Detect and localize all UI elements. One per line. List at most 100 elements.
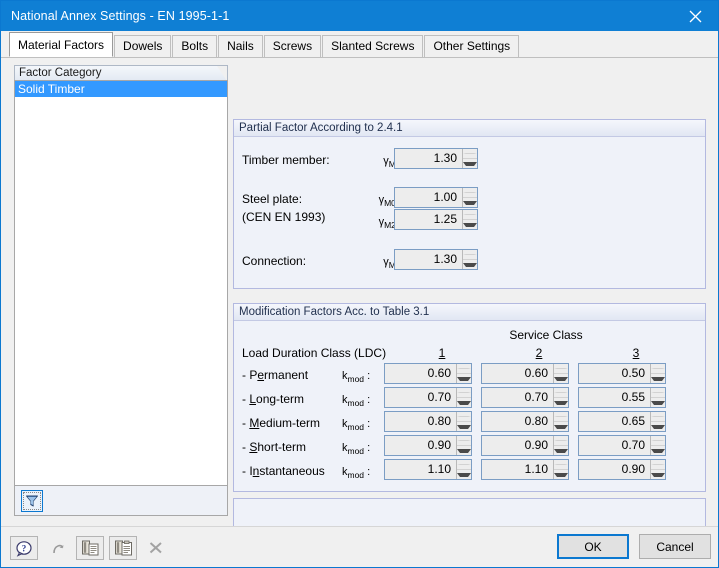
tab-bolts[interactable]: Bolts bbox=[172, 35, 218, 57]
tab-dowels[interactable]: Dowels bbox=[114, 35, 172, 57]
spinner-up-button[interactable] bbox=[651, 460, 665, 470]
spinner-up-button[interactable] bbox=[651, 412, 665, 422]
spinner-down-button[interactable] bbox=[651, 398, 665, 407]
tab-screws[interactable]: Screws bbox=[263, 35, 322, 57]
kmod-permanent-sc1-value[interactable]: 0.60 bbox=[385, 364, 456, 383]
kmod-instantaneous-sc3-spinner[interactable]: 0.90 bbox=[578, 459, 666, 480]
steel-plate-m2-spinner[interactable]: 1.25 bbox=[394, 209, 478, 230]
kmod-instantaneous-sc1-value[interactable]: 1.10 bbox=[385, 460, 456, 479]
spinner-up-button[interactable] bbox=[457, 412, 471, 422]
list-item[interactable]: Solid Timber bbox=[15, 81, 227, 97]
close-icon[interactable] bbox=[673, 1, 718, 31]
spinner-down-button[interactable] bbox=[554, 446, 568, 455]
service-class-1-header: 1 bbox=[438, 346, 446, 360]
spinner-down-button[interactable] bbox=[554, 422, 568, 431]
timber-member-spinner[interactable]: 1.30 bbox=[394, 148, 478, 169]
steel-plate-m0-value[interactable]: 1.00 bbox=[395, 188, 462, 207]
spinner-up-button[interactable] bbox=[457, 436, 471, 446]
copy-icon[interactable] bbox=[76, 536, 104, 560]
tab-slanted-screws[interactable]: Slanted Screws bbox=[322, 35, 424, 57]
spinner-up-button[interactable] bbox=[463, 250, 477, 260]
kmod-permanent-sc1-spinner[interactable]: 0.60 bbox=[384, 363, 472, 384]
kmod-medium-term-sc1-value[interactable]: 0.80 bbox=[385, 412, 456, 431]
connection-spinner[interactable]: 1.30 bbox=[394, 249, 478, 270]
funnel-glyph bbox=[26, 495, 38, 506]
ldc-title: Load Duration Class (LDC) bbox=[242, 346, 387, 360]
spinner-up-button[interactable] bbox=[554, 460, 568, 470]
kmod-medium-term-sc1-spinner[interactable]: 0.80 bbox=[384, 411, 472, 432]
spinner-down-button[interactable] bbox=[463, 159, 477, 168]
tab-material-factors[interactable]: Material Factors bbox=[9, 32, 114, 57]
kmod-long-term-sc3-value[interactable]: 0.55 bbox=[579, 388, 650, 407]
kmod-long-term-sc1-value[interactable]: 0.70 bbox=[385, 388, 456, 407]
kmod-instantaneous-sc2-spinner[interactable]: 1.10 bbox=[481, 459, 569, 480]
spinner-down-button[interactable] bbox=[457, 470, 471, 479]
spinner-up-button[interactable] bbox=[463, 188, 477, 198]
delete-x-icon[interactable] bbox=[142, 536, 170, 560]
kmod-short-term-sc1-value[interactable]: 0.90 bbox=[385, 436, 456, 455]
kmod-permanent-sc3-value[interactable]: 0.50 bbox=[579, 364, 650, 383]
spinner-up-button[interactable] bbox=[463, 210, 477, 220]
kmod-short-term-sc2-value[interactable]: 0.90 bbox=[482, 436, 553, 455]
spinner-up-button[interactable] bbox=[463, 149, 477, 159]
spinner-up-button[interactable] bbox=[651, 436, 665, 446]
kmod-short-term-sc2-spinner[interactable]: 0.90 bbox=[481, 435, 569, 456]
spinner-down-button[interactable] bbox=[463, 220, 477, 229]
spinner-down-button[interactable] bbox=[457, 374, 471, 383]
spinner-up-button[interactable] bbox=[457, 388, 471, 398]
spinner-down-button[interactable] bbox=[463, 260, 477, 269]
kmod-instantaneous-sc1-spinner[interactable]: 1.10 bbox=[384, 459, 472, 480]
spinner-up-button[interactable] bbox=[457, 364, 471, 374]
delete-glyph bbox=[149, 542, 162, 554]
timber-member-value[interactable]: 1.30 bbox=[395, 149, 462, 168]
spinner-down-button[interactable] bbox=[463, 198, 477, 207]
kmod-medium-term-sc2-value[interactable]: 0.80 bbox=[482, 412, 553, 431]
spinner-up-button[interactable] bbox=[457, 460, 471, 470]
kmod-long-term-sc2-value[interactable]: 0.70 bbox=[482, 388, 553, 407]
cancel-button[interactable]: Cancel bbox=[639, 534, 711, 559]
spinner-down-button[interactable] bbox=[554, 398, 568, 407]
spinner-up-button[interactable] bbox=[651, 364, 665, 374]
spinner-down-button[interactable] bbox=[457, 422, 471, 431]
paste-icon[interactable] bbox=[109, 536, 137, 560]
kmod-permanent-sc2-value[interactable]: 0.60 bbox=[482, 364, 553, 383]
tab-other-settings[interactable]: Other Settings bbox=[424, 35, 520, 57]
kmod-short-term-sc1-spinner[interactable]: 0.90 bbox=[384, 435, 472, 456]
help-icon[interactable]: ? bbox=[10, 536, 38, 560]
kmod-short-term-sc3-spinner[interactable]: 0.70 bbox=[578, 435, 666, 456]
kmod-long-term-sc1-spinner[interactable]: 0.70 bbox=[384, 387, 472, 408]
factor-category-list[interactable]: Solid Timber bbox=[14, 80, 228, 486]
spinner-down-button[interactable] bbox=[457, 398, 471, 407]
tab-nails[interactable]: Nails bbox=[218, 35, 263, 57]
service-class-2-header: 2 bbox=[535, 346, 543, 360]
kmod-medium-term-sc3-spinner[interactable]: 0.65 bbox=[578, 411, 666, 432]
spinner-up-button[interactable] bbox=[554, 436, 568, 446]
steel-plate-m2-value[interactable]: 1.25 bbox=[395, 210, 462, 229]
spinner-down-button[interactable] bbox=[554, 374, 568, 383]
kmod-medium-term-sc3-value[interactable]: 0.65 bbox=[579, 412, 650, 431]
filter-icon[interactable] bbox=[21, 489, 43, 512]
spinner-up-button[interactable] bbox=[554, 388, 568, 398]
kmod-medium-term-sc2-spinner[interactable]: 0.80 bbox=[481, 411, 569, 432]
kmod-instantaneous-sc3-value[interactable]: 0.90 bbox=[579, 460, 650, 479]
spinner-down-button[interactable] bbox=[651, 422, 665, 431]
spinner-up-button[interactable] bbox=[554, 364, 568, 374]
steel-plate-m0-spinner[interactable]: 1.00 bbox=[394, 187, 478, 208]
spinner-down-button[interactable] bbox=[554, 470, 568, 479]
spinner-down-button[interactable] bbox=[651, 470, 665, 479]
connection-value[interactable]: 1.30 bbox=[395, 250, 462, 269]
spinner-down-button[interactable] bbox=[457, 446, 471, 455]
undo-arrow-icon[interactable] bbox=[44, 536, 72, 560]
kmod-long-term-sc3-spinner[interactable]: 0.55 bbox=[578, 387, 666, 408]
kmod-permanent-sc3-spinner[interactable]: 0.50 bbox=[578, 363, 666, 384]
spinner-down-button[interactable] bbox=[651, 374, 665, 383]
spinner-buttons bbox=[462, 210, 477, 229]
kmod-permanent-sc2-spinner[interactable]: 0.60 bbox=[481, 363, 569, 384]
kmod-instantaneous-sc2-value[interactable]: 1.10 bbox=[482, 460, 553, 479]
spinner-up-button[interactable] bbox=[554, 412, 568, 422]
kmod-short-term-sc3-value[interactable]: 0.70 bbox=[579, 436, 650, 455]
kmod-long-term-sc2-spinner[interactable]: 0.70 bbox=[481, 387, 569, 408]
ok-button[interactable]: OK bbox=[557, 534, 629, 559]
spinner-down-button[interactable] bbox=[651, 446, 665, 455]
spinner-up-button[interactable] bbox=[651, 388, 665, 398]
